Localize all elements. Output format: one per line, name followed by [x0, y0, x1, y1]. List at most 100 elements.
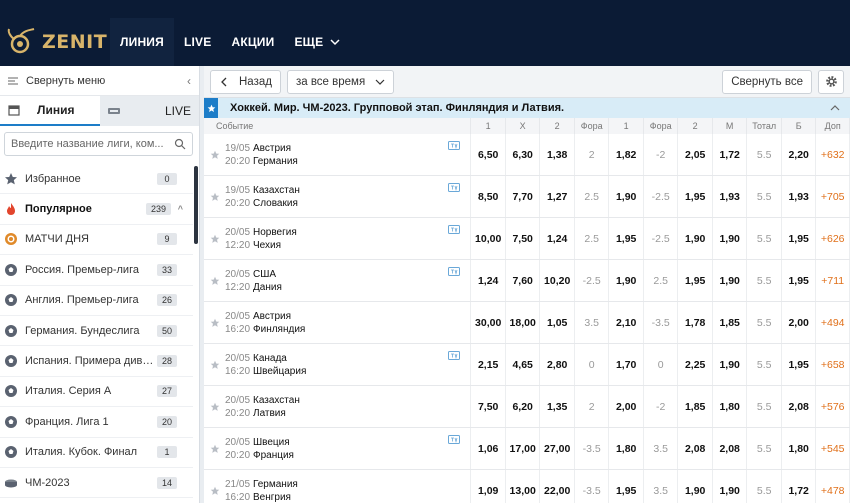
- odds-cell[interactable]: 2,00: [781, 301, 817, 344]
- odds-cell[interactable]: 1,93: [712, 175, 748, 218]
- odds-cell[interactable]: 1,80: [781, 427, 817, 470]
- sidebar-item-italy-seria-a[interactable]: Италия. Серия А 27: [0, 377, 193, 408]
- odds-cell[interactable]: 1,82: [608, 134, 644, 176]
- odds-cell[interactable]: 18,00: [505, 301, 541, 344]
- odds-cell[interactable]: 1,95: [781, 217, 817, 260]
- star-icon[interactable]: [210, 402, 220, 412]
- event-cell[interactable]: 19/05 20:20 Казахстан Словакия: [204, 175, 472, 218]
- star-icon[interactable]: [210, 486, 220, 496]
- sidebar-item-popular[interactable]: Популярное 239 ^: [0, 194, 193, 225]
- odds-cell[interactable]: 1,24: [539, 217, 575, 260]
- sidebar-item-favorites[interactable]: Избранное 0: [0, 164, 193, 195]
- odds-cell[interactable]: 1,85: [677, 385, 713, 428]
- collapse-all-button[interactable]: Свернуть все: [722, 69, 812, 94]
- odds-cell[interactable]: 1,90: [712, 259, 748, 302]
- event-cell[interactable]: 20/05 12:20 Норвегия Чехия: [204, 217, 472, 260]
- tab-line[interactable]: Линия: [0, 96, 100, 126]
- odds-cell[interactable]: 2,08: [781, 385, 817, 428]
- nav-promos[interactable]: АКЦИИ: [221, 18, 284, 66]
- more-markets-cell[interactable]: +705: [815, 175, 850, 218]
- odds-cell[interactable]: 1,80: [608, 427, 644, 470]
- sidebar-scrollbar[interactable]: [194, 166, 198, 244]
- odds-cell[interactable]: 2,15: [470, 343, 506, 386]
- odds-cell[interactable]: 7,50: [470, 385, 506, 428]
- odds-cell[interactable]: 1,95: [781, 343, 817, 386]
- odds-cell[interactable]: 1,95: [608, 469, 644, 503]
- odds-cell[interactable]: 4,65: [505, 343, 541, 386]
- odds-cell[interactable]: 1,90: [712, 217, 748, 260]
- odds-cell[interactable]: 13,00: [505, 469, 541, 503]
- odds-cell[interactable]: 1,90: [608, 175, 644, 218]
- period-dropdown[interactable]: за все время: [286, 69, 395, 94]
- odds-cell[interactable]: 30,00: [470, 301, 506, 344]
- odds-cell[interactable]: 1,06: [470, 427, 506, 470]
- odds-cell[interactable]: 1,85: [712, 301, 748, 344]
- more-markets-cell[interactable]: +545: [815, 427, 850, 470]
- odds-cell[interactable]: 1,38: [539, 134, 575, 176]
- event-cell[interactable]: 19/05 20:20 Австрия Германия: [204, 134, 472, 176]
- event-cell[interactable]: 20/05 12:20 США Дания: [204, 259, 472, 302]
- chevron-up-icon[interactable]: [830, 103, 840, 113]
- odds-cell[interactable]: 1,90: [712, 469, 748, 503]
- logo[interactable]: ZENIT: [6, 25, 107, 59]
- more-markets-cell[interactable]: +478: [815, 469, 850, 503]
- event-cell[interactable]: 21/05 16:20 Германия Венгрия: [204, 469, 472, 503]
- odds-cell[interactable]: 6,20: [505, 385, 541, 428]
- odds-cell[interactable]: 10,00: [470, 217, 506, 260]
- sidebar-item-france-ligue1[interactable]: Франция. Лига 1 20: [0, 407, 193, 438]
- odds-cell[interactable]: 2,00: [608, 385, 644, 428]
- star-icon[interactable]: [210, 276, 220, 286]
- sidebar-item-spain-primera[interactable]: Испания. Примера дивиз... 28: [0, 346, 193, 377]
- more-markets-cell[interactable]: +711: [815, 259, 850, 302]
- sidebar-item-england-pl[interactable]: Англия. Премьер-лига 26: [0, 286, 193, 316]
- odds-cell[interactable]: 7,70: [505, 175, 541, 218]
- back-button[interactable]: Назад: [210, 69, 281, 94]
- odds-cell[interactable]: 1,72: [712, 134, 748, 176]
- star-icon[interactable]: [210, 318, 220, 328]
- more-markets-cell[interactable]: +626: [815, 217, 850, 260]
- odds-cell[interactable]: 1,90: [677, 217, 713, 260]
- event-cell[interactable]: 20/05 16:20 Австрия Финляндия: [204, 301, 472, 344]
- league-search-input[interactable]: [11, 138, 174, 150]
- odds-cell[interactable]: 1,95: [677, 259, 713, 302]
- star-icon[interactable]: [210, 234, 220, 244]
- odds-cell[interactable]: 1,95: [677, 175, 713, 218]
- league-header[interactable]: Хоккей. Мир. ЧМ-2023. Групповой этап. Фи…: [204, 98, 850, 118]
- odds-cell[interactable]: 1,80: [712, 385, 748, 428]
- star-icon[interactable]: [210, 360, 220, 370]
- league-favorite[interactable]: [204, 98, 218, 118]
- odds-cell[interactable]: 1,90: [677, 469, 713, 503]
- odds-cell[interactable]: 2,10: [608, 301, 644, 344]
- event-cell[interactable]: 20/05 16:20 Канада Швейцария: [204, 343, 472, 386]
- more-markets-cell[interactable]: +632: [815, 134, 850, 176]
- search-icon[interactable]: [174, 138, 186, 150]
- odds-cell[interactable]: 1,24: [470, 259, 506, 302]
- odds-cell[interactable]: 2,20: [781, 134, 817, 176]
- odds-cell[interactable]: 6,50: [470, 134, 506, 176]
- odds-cell[interactable]: 1,93: [781, 175, 817, 218]
- odds-cell[interactable]: 1,78: [677, 301, 713, 344]
- sidebar-item-wc-2023[interactable]: ЧМ-2023 14: [0, 468, 193, 499]
- odds-cell[interactable]: 1,05: [539, 301, 575, 344]
- odds-cell[interactable]: 6,30: [505, 134, 541, 176]
- odds-cell[interactable]: 1,09: [470, 469, 506, 503]
- more-markets-cell[interactable]: +658: [815, 343, 850, 386]
- star-icon[interactable]: [210, 150, 220, 160]
- odds-cell[interactable]: 8,50: [470, 175, 506, 218]
- odds-cell[interactable]: 10,20: [539, 259, 575, 302]
- nav-more[interactable]: ЕЩЕ: [284, 18, 351, 66]
- event-cell[interactable]: 20/05 20:20 Казахстан Латвия: [204, 385, 472, 428]
- nav-line[interactable]: ЛИНИЯ: [110, 18, 174, 66]
- more-markets-cell[interactable]: +576: [815, 385, 850, 428]
- odds-cell[interactable]: 1,72: [781, 469, 817, 503]
- sidebar-item-matches-of-day[interactable]: МАТЧИ ДНЯ 9: [0, 225, 193, 256]
- odds-cell[interactable]: 1,90: [712, 343, 748, 386]
- star-icon[interactable]: [210, 192, 220, 202]
- event-cell[interactable]: 20/05 20:20 Швеция Франция: [204, 427, 472, 470]
- settings-button[interactable]: [818, 69, 844, 94]
- sidebar-item-germany-bl[interactable]: Германия. Бундеслига 50: [0, 316, 193, 347]
- more-markets-cell[interactable]: +494: [815, 301, 850, 344]
- odds-cell[interactable]: 7,60: [505, 259, 541, 302]
- sidebar-item-russia-pl[interactable]: Россия. Премьер-лига 33: [0, 255, 193, 286]
- odds-cell[interactable]: 1,35: [539, 385, 575, 428]
